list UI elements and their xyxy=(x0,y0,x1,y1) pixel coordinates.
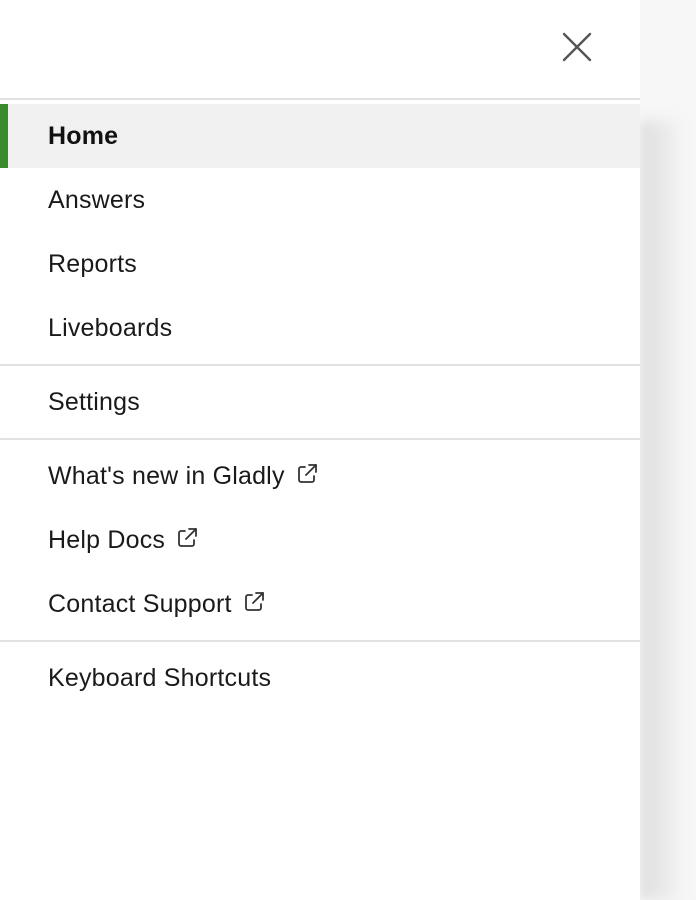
external-link-icon xyxy=(244,592,264,612)
section-divider xyxy=(0,438,640,440)
external-link-icon xyxy=(178,528,198,548)
link-text: Help Docs xyxy=(48,526,166,554)
nav-item-liveboards[interactable]: Liveboards xyxy=(0,296,640,360)
external-link-icon xyxy=(297,464,317,484)
drawer-header xyxy=(0,0,640,100)
nav-item-reports[interactable]: Reports xyxy=(0,232,640,296)
close-icon xyxy=(562,32,592,62)
link-text: Contact Support xyxy=(48,590,232,618)
nav-item-keyboard-shortcuts[interactable]: Keyboard Shortcuts xyxy=(0,646,640,710)
link-text: What's new in Gladly xyxy=(48,462,285,490)
nav-item-label: Liveboards xyxy=(48,314,173,342)
nav-item-label: Answers xyxy=(48,186,146,214)
section-divider xyxy=(0,364,640,366)
navigation-drawer: Home Answers Reports Liveboards Settings… xyxy=(0,0,640,900)
drawer-shadow xyxy=(640,120,680,900)
nav-item-settings[interactable]: Settings xyxy=(0,370,640,434)
section-divider xyxy=(0,640,640,642)
nav-item-label: Home xyxy=(48,122,119,150)
nav-item-label: Help Docs xyxy=(48,508,199,572)
nav-item-label: Reports xyxy=(48,250,137,278)
nav-item-label: Settings xyxy=(48,388,140,416)
nav-item-label: Keyboard Shortcuts xyxy=(48,664,272,692)
nav-item-contact-support[interactable]: Contact Support xyxy=(0,572,640,636)
nav-item-answers[interactable]: Answers xyxy=(0,168,640,232)
close-button[interactable] xyxy=(556,26,598,68)
nav-item-label: What's new in Gladly xyxy=(48,444,319,508)
active-indicator xyxy=(0,104,8,168)
nav-item-home[interactable]: Home xyxy=(0,104,640,168)
nav-item-whats-new[interactable]: What's new in Gladly xyxy=(0,444,640,508)
nav-item-label: Contact Support xyxy=(48,572,266,636)
nav-item-help-docs[interactable]: Help Docs xyxy=(0,508,640,572)
